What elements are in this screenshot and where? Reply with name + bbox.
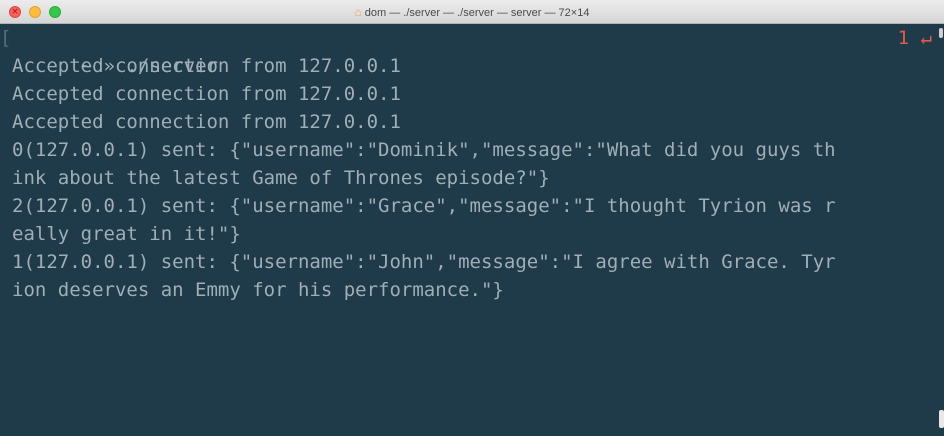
- prompt-arrow: »: [103, 55, 115, 77]
- scrollbar-thumb-top[interactable]: [939, 28, 943, 38]
- output-line: eally great in it!"}: [12, 223, 241, 245]
- output-line: Accepted connection from 127.0.0.1: [12, 83, 401, 105]
- return-arrow-icon: ↵: [920, 27, 932, 49]
- output-line: 2(127.0.0.1) sent: {"username":"Grace","…: [12, 195, 836, 217]
- exit-status-code: 1: [897, 27, 910, 49]
- output-line: ink about the latest Game of Thrones epi…: [12, 167, 550, 189]
- window-title-text: dom — ./server — ./server — server — 72×…: [364, 7, 590, 19]
- terminal-output[interactable]: [ ~ » ./server 1 ↵ Accepted connection fr…: [0, 24, 944, 436]
- output-line: 1(127.0.0.1) sent: {"username":"John","m…: [12, 251, 836, 273]
- prompt-line: [ ~ » ./server 1 ↵: [0, 24, 932, 77]
- scrollbar[interactable]: [938, 24, 944, 436]
- window-title: ⌂ dom — ./server — ./server — server — 72…: [0, 0, 944, 24]
- prompt-command: ./server: [126, 55, 218, 77]
- scrollbar-thumb-bottom[interactable]: [939, 410, 944, 428]
- output-line: ion deserves an Emmy for his performance…: [12, 279, 504, 301]
- exit-status: 1 ↵: [898, 24, 932, 52]
- prompt-cwd: ~: [80, 55, 93, 77]
- prompt-bracket-left: [: [0, 27, 12, 49]
- output-line: Accepted connection from 127.0.0.1: [12, 111, 401, 133]
- output-line: 0(127.0.0.1) sent: {"username":"Dominik"…: [12, 139, 836, 161]
- terminal-window: × ⌂ dom — ./server — ./server — server — …: [0, 0, 944, 436]
- folder-icon: ⌂: [354, 5, 362, 19]
- title-bar[interactable]: × ⌂ dom — ./server — ./server — server — …: [0, 0, 944, 24]
